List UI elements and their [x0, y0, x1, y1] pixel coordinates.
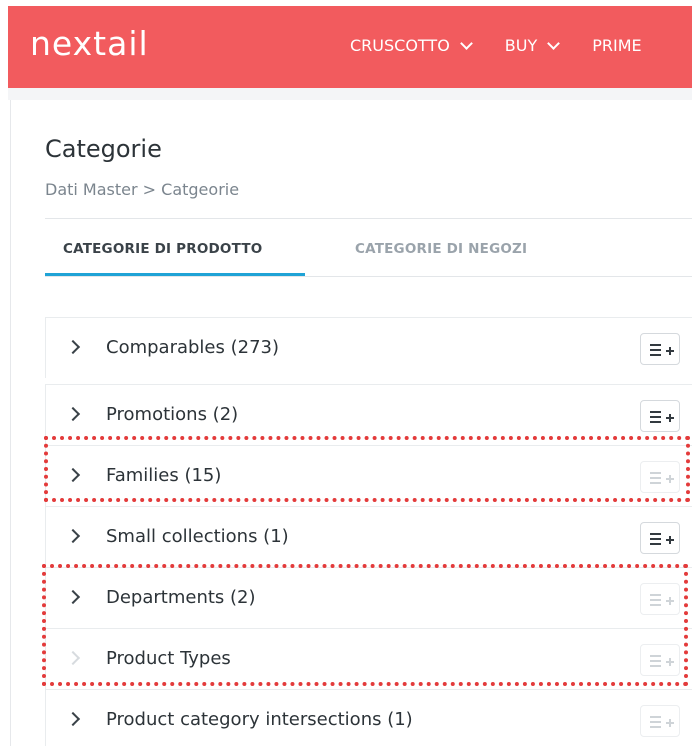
- list-add-icon: [650, 411, 661, 413]
- list-add-icon: [650, 594, 661, 596]
- list-add-icon-line: [650, 421, 661, 423]
- list-add-icon-line: [650, 660, 661, 662]
- list-add-icon-line: [650, 721, 661, 723]
- chevron-right-icon[interactable]: [65, 528, 81, 544]
- list-add-icon-line: [650, 416, 661, 418]
- chevron-right-icon: [65, 650, 81, 666]
- add-to-list-button[interactable]: [640, 333, 680, 365]
- add-to-list-button[interactable]: [640, 400, 680, 432]
- add-to-list-button[interactable]: [640, 461, 680, 493]
- category-label: Product category intersections (1): [106, 709, 413, 730]
- tab-categorie-di-prodotto[interactable]: CATEGORIE DI PRODOTTO: [63, 241, 262, 257]
- nav-label: CRUSCOTTO: [350, 36, 450, 55]
- plus-icon: [669, 719, 671, 727]
- chevron-right-icon[interactable]: [65, 406, 81, 422]
- plus-icon: [669, 347, 671, 355]
- list-add-icon-line: [650, 599, 661, 601]
- nav-item-buy[interactable]: BUY: [504, 36, 561, 55]
- category-label: Comparables (273): [106, 337, 280, 358]
- chevron-right-icon[interactable]: [65, 467, 81, 483]
- category-label: Promotions (2): [106, 404, 239, 425]
- add-to-list-button[interactable]: [640, 644, 680, 676]
- nav-item-cruscotto[interactable]: CRUSCOTTO: [350, 36, 473, 55]
- active-tab-indicator: [45, 273, 305, 276]
- category-label: Families (15): [106, 465, 222, 486]
- list-add-icon-line: [650, 482, 661, 484]
- list-item[interactable]: Departments (2): [45, 567, 692, 628]
- nav-label: BUY: [504, 36, 538, 55]
- chevron-right-icon[interactable]: [65, 339, 81, 355]
- list-item[interactable]: Promotions (2): [45, 384, 692, 445]
- list-add-icon: [650, 472, 661, 474]
- add-to-list-button[interactable]: [640, 705, 680, 737]
- list-add-icon-line: [650, 354, 661, 356]
- list-item[interactable]: Product Types: [45, 628, 692, 689]
- add-to-list-button[interactable]: [640, 583, 680, 615]
- nextail-logo[interactable]: nextail: [30, 24, 149, 63]
- page-title: Categorie: [45, 135, 162, 163]
- list-add-icon-line: [650, 477, 661, 479]
- chevron-right-icon[interactable]: [65, 711, 81, 727]
- main-nav: CRUSCOTTO BUY PRIME: [350, 36, 676, 55]
- plus-icon: [669, 414, 671, 422]
- list-add-icon-line: [650, 538, 661, 540]
- list-item[interactable]: Product category intersections (1): [45, 689, 692, 746]
- plus-icon: [669, 536, 671, 544]
- plus-icon: [669, 658, 671, 666]
- top-navigation-bar: nextail CRUSCOTTO BUY PRIME: [8, 6, 692, 88]
- add-to-list-button[interactable]: [640, 522, 680, 554]
- plus-icon: [669, 597, 671, 605]
- category-label: Small collections (1): [106, 526, 289, 547]
- list-item[interactable]: Comparables (273): [45, 317, 692, 378]
- list-add-icon-line: [650, 726, 661, 728]
- list-add-icon-line: [650, 665, 661, 667]
- list-add-icon: [650, 533, 661, 535]
- list-add-icon: [650, 655, 661, 657]
- tab-bar: CATEGORIE DI PRODOTTO CATEGORIE DI NEGOZ…: [45, 219, 692, 277]
- list-add-icon-line: [650, 543, 661, 545]
- list-add-icon: [650, 716, 661, 718]
- list-item[interactable]: Small collections (1): [45, 506, 692, 567]
- chevron-down-icon: [459, 36, 473, 50]
- nav-item-prime[interactable]: PRIME: [592, 36, 641, 55]
- plus-icon: [669, 475, 671, 483]
- breadcrumb[interactable]: Dati Master > Catgeorie: [45, 180, 239, 199]
- chevron-right-icon[interactable]: [65, 589, 81, 605]
- category-label: Departments (2): [106, 587, 256, 608]
- list-add-icon-line: [650, 604, 661, 606]
- list-add-icon: [650, 344, 661, 346]
- list-add-icon-line: [650, 349, 661, 351]
- list-item[interactable]: Families (15): [45, 445, 692, 506]
- nav-label: PRIME: [592, 36, 642, 55]
- content-background: [8, 88, 692, 100]
- chevron-down-icon: [547, 36, 561, 50]
- tab-categorie-di-negozi[interactable]: CATEGORIE DI NEGOZI: [355, 241, 527, 257]
- category-label: Product Types: [106, 648, 231, 669]
